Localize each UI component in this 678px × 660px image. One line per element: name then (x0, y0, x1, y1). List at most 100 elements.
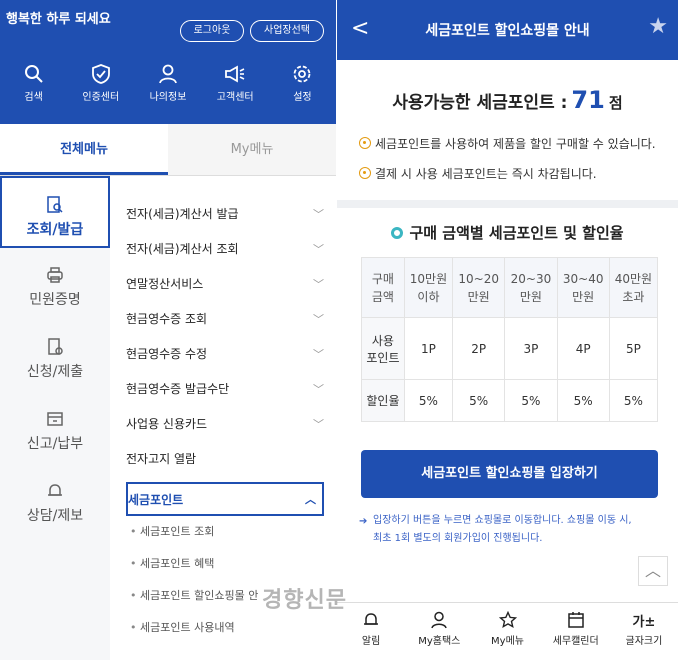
top-icon-label: 설정 (293, 92, 312, 103)
scroll-top-button[interactable]: ︿ (638, 556, 668, 586)
sidebar-item-inquiry[interactable]: 조회/발급 (0, 176, 110, 248)
menu-item[interactable]: 연말정산서비스 ﹀ (110, 266, 336, 301)
top-cert-button[interactable]: 인증센터 (67, 64, 134, 103)
available-points: 사용가능한 세금포인트 :71 점 (337, 86, 678, 114)
top-icon-label: 검색 (24, 92, 43, 103)
table-header-row: 구매 금액 10만원 이하 10~20 만원 20~30 만원 30~40 만원… (361, 257, 659, 318)
points-label: 사용가능한 세금포인트 : (392, 93, 568, 113)
table-cell: 20~30 만원 (504, 257, 558, 318)
menu-tabs: 전체메뉴 My메뉴 (0, 124, 336, 176)
nav-label: My홈택스 (418, 636, 461, 647)
bullet-icon (359, 167, 371, 179)
menu-item[interactable]: 전자고지 열람 (110, 441, 336, 476)
section-title-text: 구매 금액별 세금포인트 및 할인율 (409, 224, 624, 242)
table-cell: 5% (403, 379, 454, 422)
table-cell: 5% (556, 379, 610, 422)
nav-label: My메뉴 (491, 636, 524, 647)
table-cell: 2P (452, 317, 506, 380)
person-icon (159, 64, 177, 84)
nav-label: 세무캘린더 (552, 636, 599, 647)
menu-item[interactable]: 전자(세금)계산서 조회 ﹀ (110, 231, 336, 266)
menu-item-label: 현금영수증 수정 (126, 347, 208, 361)
sidebar-item-filing[interactable]: 신고/납부 (0, 392, 110, 464)
sidebar-item-label: 민원증명 (29, 292, 81, 308)
submenu-item[interactable]: 세금포인트 혜택 (110, 548, 336, 580)
table-cell: 사용 포인트 (361, 317, 405, 380)
enter-mall-button[interactable]: 세금포인트 할인쇼핑몰 입장하기 (361, 450, 658, 498)
nav-my-hometax[interactable]: My홈택스 (405, 603, 473, 660)
table-cell: 4P (556, 317, 610, 380)
menu-item-label: 전자고지 열람 (126, 452, 197, 466)
page-title: 세금포인트 할인쇼핑몰 안내 (425, 23, 590, 39)
logout-button[interactable]: 로그아웃 (180, 20, 244, 42)
greeting-text: 행복한 하루 되세요 (6, 12, 111, 27)
menu-item-label: 사업용 신용카드 (126, 417, 208, 431)
top-search-button[interactable]: 검색 (0, 64, 67, 103)
search-icon (24, 65, 43, 83)
menu-item[interactable]: 현금영수증 조회 ﹀ (110, 301, 336, 336)
table-cell: 5% (608, 379, 659, 422)
top-support-button[interactable]: 고객센터 (202, 64, 269, 103)
table-cell: 10만원 이하 (403, 257, 454, 318)
table-cell: 구매 금액 (361, 257, 405, 318)
bell-icon (48, 484, 62, 496)
menu-item[interactable]: 사업용 신용카드 ﹀ (110, 406, 336, 441)
sidebar-item-certificates[interactable]: 민원증명 (0, 248, 110, 320)
business-select-button[interactable]: 사업장선택 (250, 20, 324, 42)
tab-my-menu[interactable]: My메뉴 (168, 124, 336, 175)
table-cell: 30~40 만원 (556, 257, 610, 318)
favorite-star-icon[interactable]: ★ (648, 14, 668, 39)
submenu-item[interactable]: 세금포인트 사용내역 (110, 612, 336, 644)
star-icon (498, 611, 517, 629)
chevron-up-icon: ︿ (644, 561, 661, 580)
nav-label: 글자크기 (625, 636, 663, 647)
table-cell: 5% (452, 379, 506, 422)
menu-item[interactable]: 현금영수증 발급수단 ﹀ (110, 371, 336, 406)
watermark: 경향신문 (262, 588, 347, 613)
submenu-item[interactable]: 세금포인트 조회 (110, 516, 336, 548)
chevron-up-icon: ︿ (305, 493, 316, 506)
category-sidebar: 조회/발급 민원증명 신청/제출 신고/납부 상담/제보 (0, 176, 110, 660)
menu-list: 전자(세금)계산서 발급 ﹀ 전자(세금)계산서 조회 ﹀ 연말정산서비스 ﹀ 현금영… (110, 176, 336, 644)
printer-icon (47, 267, 63, 283)
notice-text: 결제 시 사용 세금포인트는 즉시 차감됩니다. (375, 167, 597, 181)
info-text-body: 입장하기 버튼을 누르면 쇼핑몰로 이동합니다. 쇼핑몰 이동 시, 최초 1회… (373, 515, 632, 544)
tab-all-menu[interactable]: 전체메뉴 (0, 124, 168, 175)
menu-header: 행복한 하루 되세요 로그아웃 사업장선택 검색 인증센터 나의정보 고객센터 (0, 0, 336, 124)
gear-icon (294, 65, 311, 83)
section-title: 구매 금액별 세금포인트 및 할인율 (337, 222, 678, 243)
calendar-icon (567, 612, 584, 628)
chevron-down-icon: ﹀ (313, 347, 324, 361)
notice-item: 결제 시 사용 세금포인트는 즉시 차감됩니다. (337, 164, 678, 184)
doc-pen-icon (48, 338, 63, 355)
chevron-down-icon: ﹀ (313, 417, 324, 431)
menu-item[interactable]: 전자(세금)계산서 발급 ﹀ (110, 196, 336, 231)
table-cell: 3P (504, 317, 558, 380)
menu-item-label: 전자(세금)계산서 발급 (126, 207, 239, 221)
table-row: 할인율 5% 5% 5% 5% 5% (361, 379, 659, 422)
arrow-right-icon: ➔ (359, 516, 368, 527)
font-size-icon: 가± (632, 615, 656, 630)
points-value: 71 (571, 86, 605, 114)
nav-tax-calendar[interactable]: 세무캘린더 (542, 603, 610, 660)
sidebar-item-apply[interactable]: 신청/제출 (0, 320, 110, 392)
nav-my-menu[interactable]: My메뉴 (473, 603, 541, 660)
menu-item-tax-point[interactable]: 세금포인트 ︿ (126, 482, 324, 516)
search-doc-icon (47, 196, 63, 213)
top-settings-button[interactable]: 설정 (269, 64, 336, 103)
menu-item[interactable]: 현금영수증 수정 ﹀ (110, 336, 336, 371)
nav-label: 알림 (361, 636, 381, 647)
sidebar-item-consult[interactable]: 상담/제보 (0, 464, 110, 536)
person-icon (431, 611, 448, 629)
nav-font-size[interactable]: 가± 글자크기 (610, 603, 678, 660)
tray-icon (47, 412, 63, 426)
left-menu-screen: 행복한 하루 되세요 로그아웃 사업장선택 검색 인증센터 나의정보 고객센터 (0, 0, 336, 660)
nav-alerts[interactable]: 알림 (337, 603, 405, 660)
chevron-down-icon: ﹀ (313, 277, 324, 291)
sidebar-item-label: 조회/발급 (26, 222, 84, 238)
top-icon-label: 나의정보 (149, 92, 187, 103)
shield-icon (91, 64, 110, 84)
menu-item-label: 세금포인트 (128, 492, 184, 507)
table-cell: 1P (403, 317, 454, 380)
top-myinfo-button[interactable]: 나의정보 (134, 64, 201, 103)
